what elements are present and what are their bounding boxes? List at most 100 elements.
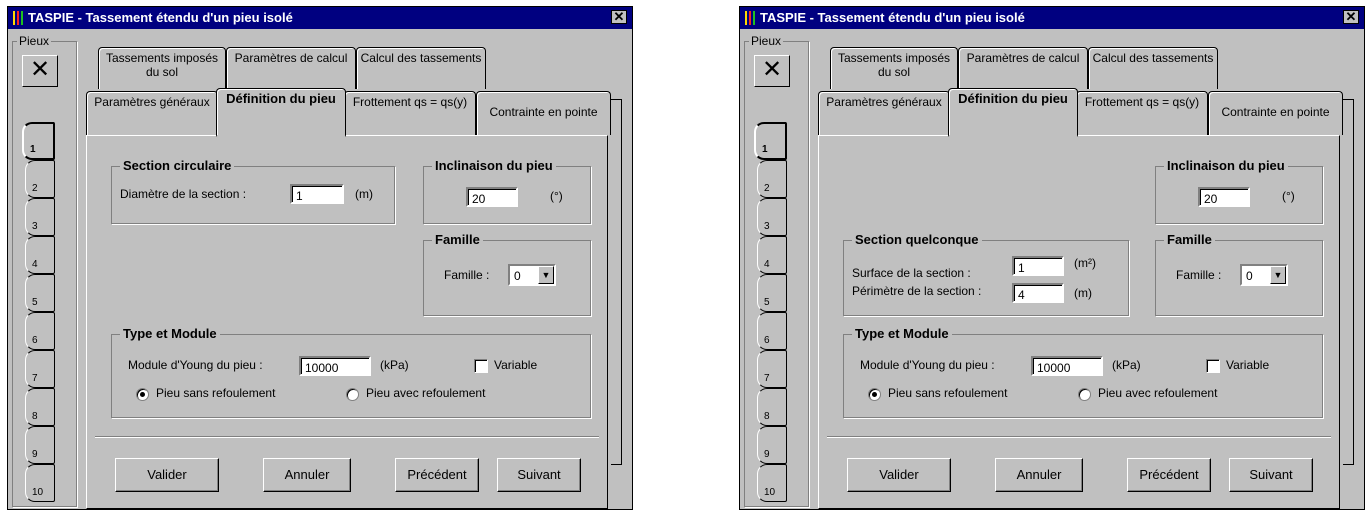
surface-label: Surface de la section : xyxy=(852,266,971,280)
pile-tab-label: 10 xyxy=(764,487,776,498)
pile-tab-7[interactable]: 7 xyxy=(25,350,55,388)
group-title: Section circulaire xyxy=(120,158,235,173)
tab-parametres-generaux[interactable]: Paramètres généraux xyxy=(818,91,950,135)
famille-select[interactable]: 0 ▼ xyxy=(1240,264,1288,286)
tab-frottement[interactable]: Frottement qs = qs(y) xyxy=(1076,91,1208,135)
close-icon[interactable]: ✕ xyxy=(611,10,627,24)
radio-avec-refoulement[interactable] xyxy=(346,388,359,401)
inclinaison-unit: (°) xyxy=(1282,189,1295,203)
pile-tab-1[interactable]: 1 xyxy=(22,122,55,160)
module-input[interactable]: 10000 xyxy=(299,356,371,376)
inclinaison-group: Inclinaison du pieu 20 (°) xyxy=(1155,158,1323,224)
pile-tab-10[interactable]: 10 xyxy=(757,464,787,502)
section-quelconque-group: Section quelconque Surface de la section… xyxy=(843,232,1129,316)
pile-tab-label: 6 xyxy=(32,335,38,346)
inclinaison-input[interactable]: 20 xyxy=(1198,187,1250,207)
pile-tab-1[interactable]: 1 xyxy=(754,122,787,160)
precedent-button[interactable]: Précédent xyxy=(395,458,479,492)
window-title: TASPIE - Tassement étendu d'un pieu isol… xyxy=(760,10,1025,25)
inclinaison-group: Inclinaison du pieu 20 (°) xyxy=(423,158,591,224)
valider-button[interactable]: Valider xyxy=(115,458,219,492)
pile-tab-9[interactable]: 9 xyxy=(757,426,787,464)
surface-unit: (m²) xyxy=(1074,256,1096,270)
pile-tab-label: 2 xyxy=(32,183,38,194)
diametre-label: Diamètre de la section : xyxy=(120,187,247,201)
variable-checkbox[interactable] xyxy=(1206,359,1220,373)
pile-tab-5[interactable]: 5 xyxy=(757,274,787,312)
tab-tassements-imposes[interactable]: Tassements imposés du sol xyxy=(98,47,226,89)
pile-tab-label: 8 xyxy=(764,411,770,422)
pile-tab-label: 2 xyxy=(764,183,770,194)
chevron-down-icon[interactable]: ▼ xyxy=(538,266,554,284)
title-bar: TASPIE - Tassement étendu d'un pieu isol… xyxy=(740,7,1364,29)
pile-tab-3[interactable]: 3 xyxy=(25,198,55,236)
pile-tab-3[interactable]: 3 xyxy=(757,198,787,236)
pile-tab-5[interactable]: 5 xyxy=(25,274,55,312)
variable-checkbox[interactable] xyxy=(474,359,488,373)
delete-pile-button[interactable]: ✕ xyxy=(754,55,790,87)
famille-select[interactable]: 0 ▼ xyxy=(508,264,556,286)
famille-value: 0 xyxy=(1246,269,1253,283)
pile-tab-9[interactable]: 9 xyxy=(25,426,55,464)
pile-tab-label: 10 xyxy=(32,487,44,498)
pile-tab-label: 3 xyxy=(32,221,38,232)
title-bar: TASPIE - Tassement étendu d'un pieu isol… xyxy=(8,7,632,29)
tab-calcul-tassements[interactable]: Calcul des tassements xyxy=(356,47,486,89)
diametre-input[interactable]: 1 xyxy=(290,184,344,204)
tab-definition-pieu[interactable]: Définition du pieu xyxy=(948,88,1078,137)
group-title: Inclinaison du pieu xyxy=(432,158,556,173)
suivant-button[interactable]: Suivant xyxy=(1229,458,1313,492)
tab-definition-pieu[interactable]: Définition du pieu xyxy=(216,88,346,137)
pieux-group: Pieux ✕ 1 2 3 4 5 6 7 8 9 10 xyxy=(12,34,77,507)
suivant-button[interactable]: Suivant xyxy=(497,458,581,492)
perimetre-input[interactable]: 4 xyxy=(1012,283,1064,303)
pile-tab-label: 5 xyxy=(32,297,38,308)
app-icon xyxy=(745,11,755,25)
tab-parametres-generaux[interactable]: Paramètres généraux xyxy=(86,91,218,135)
tab-parametres-calcul[interactable]: Paramètres de calcul xyxy=(958,47,1088,89)
annuler-button[interactable]: Annuler xyxy=(263,458,351,492)
pieux-group: Pieux ✕ 1 2 3 4 5 6 7 8 9 10 xyxy=(744,34,809,507)
radio-avec-refoulement[interactable] xyxy=(1078,388,1091,401)
separator xyxy=(827,436,1331,438)
radio-sans-refoulement[interactable] xyxy=(136,388,149,401)
precedent-button[interactable]: Précédent xyxy=(1127,458,1211,492)
pile-tab-10[interactable]: 10 xyxy=(25,464,55,502)
pile-tab-2[interactable]: 2 xyxy=(757,160,787,198)
valider-button[interactable]: Valider xyxy=(847,458,951,492)
pile-tab-6[interactable]: 6 xyxy=(757,312,787,350)
tab-frottement[interactable]: Frottement qs = qs(y) xyxy=(344,91,476,135)
tab-parametres-calcul[interactable]: Paramètres de calcul xyxy=(226,47,356,89)
radio-sans-refoulement[interactable] xyxy=(868,388,881,401)
pile-tab-7[interactable]: 7 xyxy=(757,350,787,388)
chevron-down-icon[interactable]: ▼ xyxy=(1270,266,1286,284)
tab-contrainte-pointe[interactable]: Contrainte en pointe xyxy=(476,91,611,135)
delete-pile-button[interactable]: ✕ xyxy=(22,55,58,87)
radio-avec-label: Pieu avec refoulement xyxy=(1098,386,1218,400)
tab-contrainte-pointe[interactable]: Contrainte en pointe xyxy=(1208,91,1343,135)
group-title: Type et Module xyxy=(120,326,220,341)
pile-tab-8[interactable]: 8 xyxy=(25,388,55,426)
tab-stack-edge xyxy=(1343,99,1354,465)
pile-tab-label: 7 xyxy=(764,373,770,384)
pile-tab-6[interactable]: 6 xyxy=(25,312,55,350)
tab-tassements-imposes[interactable]: Tassements imposés du sol xyxy=(830,47,958,89)
pile-tab-label: 5 xyxy=(764,297,770,308)
annuler-button[interactable]: Annuler xyxy=(995,458,1083,492)
tab-stack-edge xyxy=(611,99,622,465)
pile-tab-4[interactable]: 4 xyxy=(757,236,787,274)
pile-tab-2[interactable]: 2 xyxy=(25,160,55,198)
pile-tab-4[interactable]: 4 xyxy=(25,236,55,274)
famille-group: Famille Famille : 0 ▼ xyxy=(423,232,591,316)
diametre-unit: (m) xyxy=(355,187,373,201)
module-input[interactable]: 10000 xyxy=(1031,356,1103,376)
tab-calcul-tassements[interactable]: Calcul des tassements xyxy=(1088,47,1218,89)
close-icon[interactable]: ✕ xyxy=(1343,10,1359,24)
inclinaison-input[interactable]: 20 xyxy=(466,187,518,207)
pile-tab-8[interactable]: 8 xyxy=(757,388,787,426)
group-title: Section quelconque xyxy=(852,232,982,247)
module-label: Module d'Young du pieu : xyxy=(128,358,263,372)
famille-label: Famille : xyxy=(1176,268,1222,282)
surface-input[interactable]: 1 xyxy=(1012,256,1064,276)
famille-group: Famille Famille : 0 ▼ xyxy=(1155,232,1323,316)
